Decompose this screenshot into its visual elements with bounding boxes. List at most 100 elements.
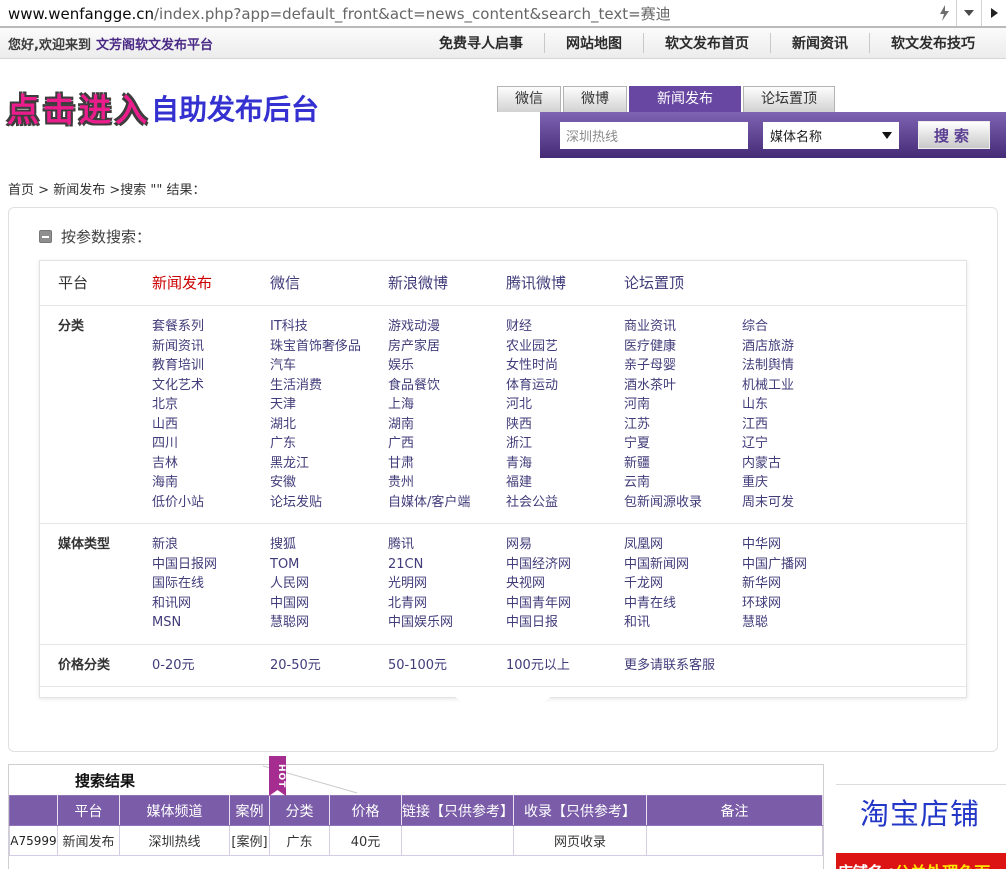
category-link[interactable]: 社会公益 — [506, 493, 624, 513]
category-link[interactable]: 50-100元 — [388, 656, 506, 676]
category-link[interactable]: 中国青年网 — [506, 594, 624, 614]
category-link[interactable]: 汽车 — [270, 356, 388, 376]
category-link[interactable]: 重庆 — [742, 473, 860, 493]
category-link[interactable]: 低价小站 — [152, 493, 270, 513]
category-link[interactable]: 江苏 — [624, 415, 742, 435]
category-link[interactable]: 酒水茶叶 — [624, 376, 742, 396]
category-link[interactable]: 食品餐饮 — [388, 376, 506, 396]
category-link[interactable]: 生活消费 — [270, 376, 388, 396]
results-cell[interactable]: [案例] — [230, 826, 270, 856]
category-link[interactable]: 娱乐 — [388, 356, 506, 376]
category-link[interactable]: 内蒙古 — [742, 454, 860, 474]
category-link[interactable]: 中国日报 — [506, 613, 624, 633]
category-link[interactable]: 商业资讯 — [624, 317, 742, 337]
category-link[interactable]: 女性时尚 — [506, 356, 624, 376]
url-text[interactable]: www.wenfangge.cn/index.php?app=default_f… — [8, 3, 671, 24]
category-link[interactable]: 20-50元 — [270, 656, 388, 676]
category-link[interactable]: 农业园艺 — [506, 337, 624, 357]
category-link[interactable]: 北青网 — [388, 594, 506, 614]
lightning-icon[interactable] — [932, 0, 956, 26]
category-link[interactable]: 宁夏 — [624, 434, 742, 454]
category-link[interactable]: 四川 — [152, 434, 270, 454]
nav-link-tips[interactable]: 软文发布技巧 — [869, 33, 996, 53]
platform-link-sina-weibo[interactable]: 新浪微博 — [388, 272, 506, 294]
category-link[interactable]: 浙江 — [506, 434, 624, 454]
platform-link-news[interactable]: 新闻发布 — [152, 272, 270, 294]
search-button[interactable]: 搜索 — [918, 121, 990, 149]
category-link[interactable]: 黑龙江 — [270, 454, 388, 474]
search-input[interactable] — [560, 122, 748, 149]
category-link[interactable]: 湖南 — [388, 415, 506, 435]
category-link[interactable]: 100元以上 — [506, 656, 624, 676]
category-link[interactable]: 医疗健康 — [624, 337, 742, 357]
category-link[interactable]: 中国网 — [270, 594, 388, 614]
category-link[interactable]: 珠宝首饰奢侈品 — [270, 337, 388, 357]
category-link[interactable]: 凤凰网 — [624, 535, 742, 555]
category-link[interactable]: 慧聪网 — [270, 613, 388, 633]
category-link[interactable]: 网易 — [506, 535, 624, 555]
category-link[interactable]: 包新闻源收录 — [624, 493, 742, 513]
category-link[interactable]: 和讯网 — [152, 594, 270, 614]
nav-link-free-notice[interactable]: 免费寻人启事 — [418, 33, 544, 53]
category-link[interactable]: 酒店旅游 — [742, 337, 860, 357]
category-link[interactable]: 和讯 — [624, 613, 742, 633]
go-arrow-icon[interactable] — [982, 0, 1006, 26]
site-name[interactable]: 文芳阁软文发布平台 — [96, 38, 213, 53]
tab-wechat[interactable]: 微信 — [497, 86, 561, 112]
category-link[interactable]: TOM — [270, 555, 388, 575]
dropdown-arrow-icon[interactable] — [957, 0, 981, 26]
category-link[interactable]: 套餐系列 — [152, 317, 270, 337]
site-logo[interactable]: 点击进入 自助发布后台 — [7, 85, 319, 131]
category-link[interactable]: 广西 — [388, 434, 506, 454]
category-link[interactable]: 甘肃 — [388, 454, 506, 474]
category-link[interactable]: 上海 — [388, 395, 506, 415]
category-link[interactable]: 法制舆情 — [742, 356, 860, 376]
category-link[interactable]: 中国经济网 — [506, 555, 624, 575]
category-link[interactable]: 安徽 — [270, 473, 388, 493]
tab-weibo[interactable]: 微博 — [563, 86, 627, 112]
category-link[interactable]: 江西 — [742, 415, 860, 435]
category-link[interactable]: 央视网 — [506, 574, 624, 594]
category-link[interactable]: 山西 — [152, 415, 270, 435]
category-link[interactable]: 人民网 — [270, 574, 388, 594]
category-link[interactable]: 体育运动 — [506, 376, 624, 396]
category-link[interactable]: 海南 — [152, 473, 270, 493]
breadcrumb-home[interactable]: 首页 — [8, 183, 34, 198]
category-link[interactable]: 辽宁 — [742, 434, 860, 454]
platform-link-tencent-weibo[interactable]: 腾讯微博 — [506, 272, 624, 294]
category-link[interactable]: 光明网 — [388, 574, 506, 594]
category-link[interactable]: 文化艺术 — [152, 376, 270, 396]
category-link[interactable]: 广东 — [270, 434, 388, 454]
media-select[interactable]: 媒体名称 — [763, 122, 899, 149]
category-link[interactable]: 中国日报网 — [152, 555, 270, 575]
category-link[interactable]: MSN — [152, 613, 270, 633]
category-link[interactable]: 吉林 — [152, 454, 270, 474]
category-link[interactable]: 中国广播网 — [742, 555, 860, 575]
category-link[interactable]: 中青在线 — [624, 594, 742, 614]
category-link[interactable]: 福建 — [506, 473, 624, 493]
category-link[interactable]: 综合 — [742, 317, 860, 337]
category-link[interactable]: 环球网 — [742, 594, 860, 614]
category-link[interactable]: 慧聪 — [742, 613, 860, 633]
category-link[interactable]: 更多请联系客服 — [624, 656, 742, 676]
category-link[interactable]: 中华网 — [742, 535, 860, 555]
category-link[interactable]: 河北 — [506, 395, 624, 415]
category-link[interactable]: 新疆 — [624, 454, 742, 474]
category-link[interactable]: 新闻资讯 — [152, 337, 270, 357]
category-link[interactable]: 新华网 — [742, 574, 860, 594]
platform-link-wechat[interactable]: 微信 — [270, 272, 388, 294]
category-link[interactable]: 自媒体/客户端 — [388, 493, 506, 513]
category-link[interactable]: 新浪 — [152, 535, 270, 555]
panel-notch[interactable] — [455, 697, 551, 717]
category-link[interactable]: 搜狐 — [270, 535, 388, 555]
category-link[interactable]: 云南 — [624, 473, 742, 493]
category-link[interactable]: 机械工业 — [742, 376, 860, 396]
category-link[interactable]: 亲子母婴 — [624, 356, 742, 376]
category-link[interactable]: 房产家居 — [388, 337, 506, 357]
category-link[interactable]: 0-20元 — [152, 656, 270, 676]
tab-forum-top[interactable]: 论坛置顶 — [743, 86, 835, 112]
category-link[interactable]: 财经 — [506, 317, 624, 337]
collapse-icon[interactable] — [39, 230, 52, 243]
category-link[interactable]: 论坛发贴 — [270, 493, 388, 513]
category-link[interactable]: 国际在线 — [152, 574, 270, 594]
